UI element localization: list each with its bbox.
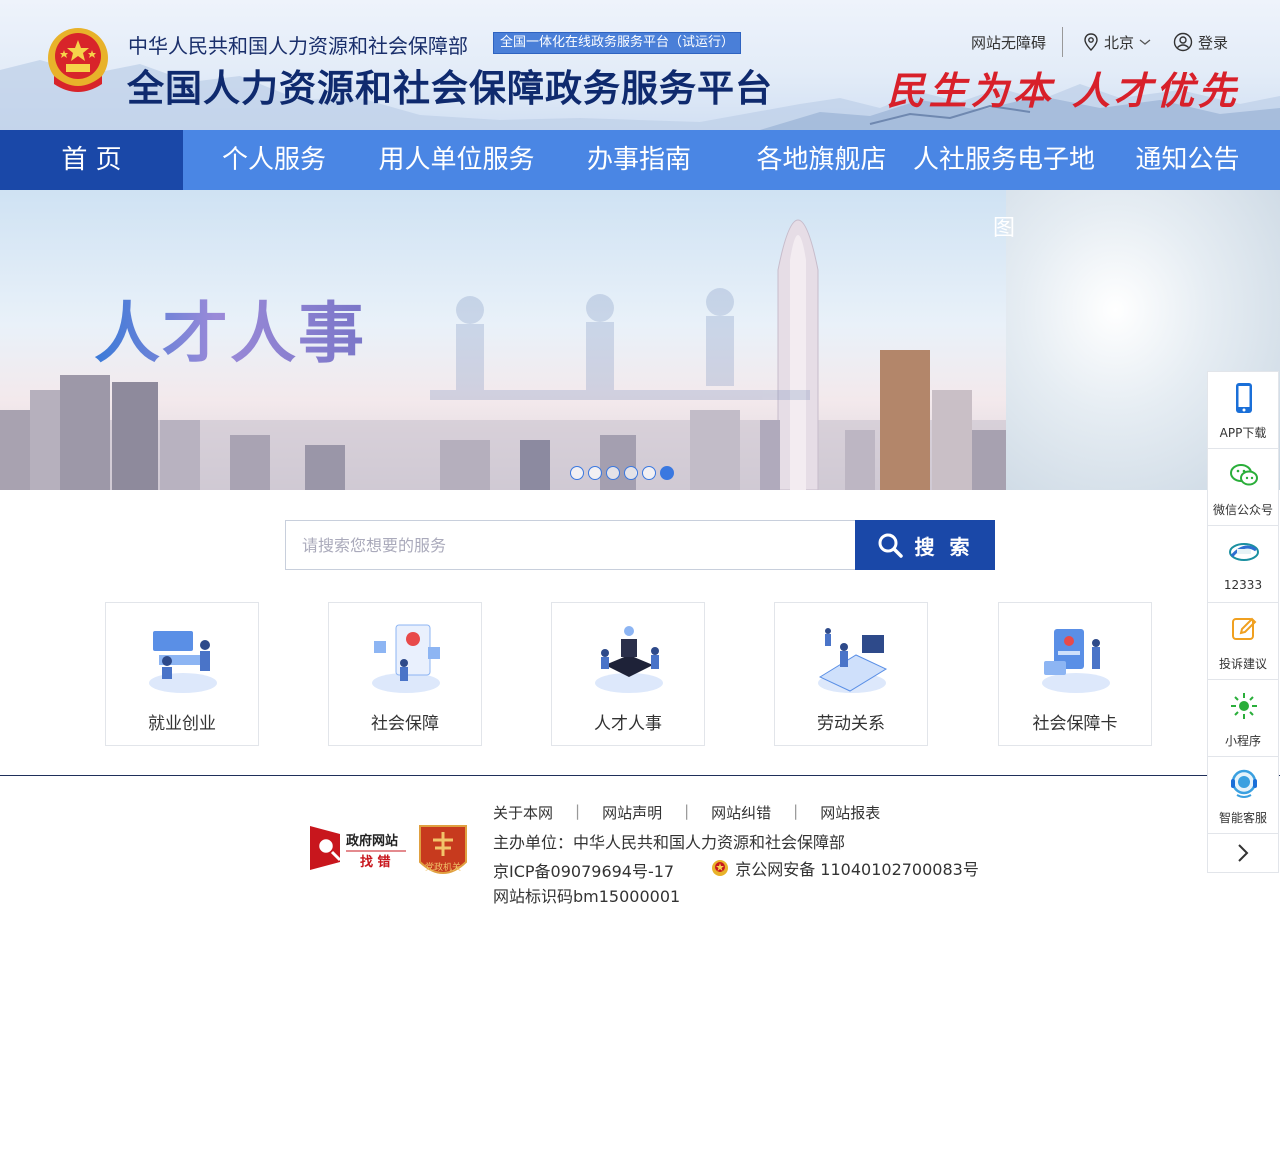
footer-link-report[interactable]: 网站报表 [820, 802, 880, 823]
phone-icon [1236, 383, 1252, 413]
chevron-down-icon [1139, 39, 1151, 45]
sidebar-smart-service[interactable]: 智能客服 [1207, 756, 1279, 833]
hero-banner[interactable]: 人才人事 图 [0, 190, 1280, 490]
footer-host: 主办单位：中华人民共和国人力资源和社会保障部 [493, 833, 846, 852]
top-links: 网站无障碍 北京 登录 [971, 27, 1228, 57]
user-icon [1173, 32, 1193, 52]
trial-badge: 全国一体化在线政务服务平台（试运行） [493, 32, 742, 54]
sidebar-label: 智能客服 [1218, 811, 1267, 825]
social-security-icon [372, 624, 440, 693]
service-talent[interactable]: 人才人事 [551, 602, 705, 746]
mini-program-icon [1231, 693, 1257, 719]
location-selector[interactable]: 北京 [1083, 32, 1151, 53]
carousel-dot-active[interactable] [660, 466, 674, 480]
nav-guides[interactable]: 办事指南 [548, 130, 730, 190]
search-icon [878, 533, 903, 558]
search-button[interactable]: 搜 索 [855, 520, 995, 570]
sidebar-label: APP下载 [1219, 426, 1267, 440]
find-error-logo[interactable]: 政府网站 找 错 [310, 826, 410, 870]
sidebar-mini-program[interactable]: 小程序 [1207, 679, 1279, 756]
police-record[interactable]: 京公网安备 11040102700083号 [711, 856, 979, 880]
divider [1061, 27, 1063, 57]
service-social-security-card[interactable]: 社会保障卡 [998, 602, 1152, 746]
carousel-dot[interactable] [624, 466, 638, 480]
service-label: 劳动关系 [817, 714, 885, 734]
talent-icon [595, 626, 663, 693]
broken-image-placeholder: 图 [993, 216, 1016, 241]
sidebar-collapse-button[interactable] [1207, 833, 1279, 873]
sidebar-complaints[interactable]: 投诉建议 [1207, 602, 1279, 679]
service-label: 人才人事 [594, 714, 662, 734]
footer-registration: 京ICP备09079694号-17 京公网安备 11040102700083号 [493, 856, 979, 882]
service-social-security[interactable]: 社会保障 [328, 602, 482, 746]
find-error-line1: 政府网站 [346, 833, 398, 849]
site-header: 中华人民共和国人力资源和社会保障部 全国一体化在线政务服务平台（试运行） 全国人… [0, 0, 1280, 130]
carousel-dot[interactable] [642, 466, 656, 480]
footer-link-about[interactable]: 关于本网 [493, 802, 553, 823]
sidebar-label: 12333 [1223, 578, 1263, 592]
find-error-line2: 找 错 [360, 854, 391, 870]
link-separator: | [575, 802, 581, 820]
party-label: 党政机关 [425, 861, 461, 873]
sidebar-app-download[interactable]: APP下载 [1207, 371, 1279, 448]
search-input[interactable] [285, 520, 855, 570]
icp-number[interactable]: 京ICP备09079694号-17 [493, 862, 674, 881]
party-government-badge[interactable]: 党政机关 [416, 822, 470, 884]
nav-personal-services[interactable]: 个人服务 [183, 130, 365, 190]
police-badge-icon [712, 860, 729, 876]
service-labor-relations[interactable]: 劳动关系 [774, 602, 928, 746]
link-separator: | [684, 802, 690, 820]
location-pin-icon [1084, 33, 1098, 51]
service-employment[interactable]: 就业创业 [105, 602, 259, 746]
right-sidebar: APP下载 微信公众号 12333 投诉建议 小程序 智能客服 [1207, 371, 1279, 873]
nav-home[interactable]: 首 页 [0, 130, 183, 190]
search-button-label: 搜 索 [914, 534, 974, 559]
slogan: 民生为本 人才优先 [886, 68, 1240, 113]
labor-relations-icon [818, 628, 888, 693]
service-label: 社会保障卡 [1032, 714, 1118, 734]
service-label: 就业创业 [148, 714, 216, 734]
footer-links: 关于本网 | 网站声明 | 网站纠错 | 网站报表 [493, 802, 880, 823]
footer-link-correction[interactable]: 网站纠错 [711, 802, 771, 823]
social-security-card-icon [1042, 629, 1110, 693]
nav-local-stores[interactable]: 各地旗舰店 [730, 130, 913, 190]
chevron-right-icon [1238, 844, 1249, 862]
sidebar-12333[interactable]: 12333 [1207, 525, 1279, 602]
accessibility-link[interactable]: 网站无障碍 [971, 32, 1046, 53]
carousel-dots [570, 466, 674, 480]
footer-divider [0, 775, 1280, 776]
location-label: 北京 [1103, 33, 1134, 52]
national-emblem-icon [48, 28, 108, 92]
edit-icon [1232, 617, 1257, 640]
search-bar: 搜 索 [285, 520, 995, 570]
ministry-name: 中华人民共和国人力资源和社会保障部 [128, 34, 468, 58]
hotline-12333-icon [1229, 543, 1259, 561]
footer-link-statement[interactable]: 网站声明 [602, 802, 662, 823]
carousel-dot[interactable] [588, 466, 602, 480]
nav-service-map[interactable]: 人社服务电子地 [913, 130, 1095, 190]
login-link[interactable]: 登录 [1173, 32, 1228, 53]
carousel-dot[interactable] [606, 466, 620, 480]
sidebar-label: 投诉建议 [1218, 657, 1267, 671]
carousel-dot[interactable] [570, 466, 584, 480]
police-record-label: 京公网安备 11040102700083号 [735, 860, 979, 879]
login-label: 登录 [1197, 33, 1228, 52]
sidebar-label: 小程序 [1224, 734, 1261, 748]
wechat-icon [1230, 464, 1258, 486]
footer-site-code: 网站标识码bm15000001 [493, 887, 681, 906]
main-nav: 首 页 个人服务 用人单位服务 办事指南 各地旗舰店 人社服务电子地 通知公告 [0, 130, 1280, 190]
headset-icon [1231, 769, 1257, 798]
employment-icon [149, 631, 217, 693]
sidebar-label: 微信公众号 [1212, 503, 1273, 517]
service-label: 社会保障 [371, 714, 439, 734]
platform-title: 全国人力资源和社会保障政务服务平台 [127, 67, 773, 110]
nav-employer-services[interactable]: 用人单位服务 [365, 130, 548, 190]
nav-announcements[interactable]: 通知公告 [1095, 130, 1280, 190]
sidebar-wechat[interactable]: 微信公众号 [1207, 448, 1279, 525]
banner-title: 人才人事 [94, 280, 366, 376]
link-separator: | [793, 802, 799, 820]
